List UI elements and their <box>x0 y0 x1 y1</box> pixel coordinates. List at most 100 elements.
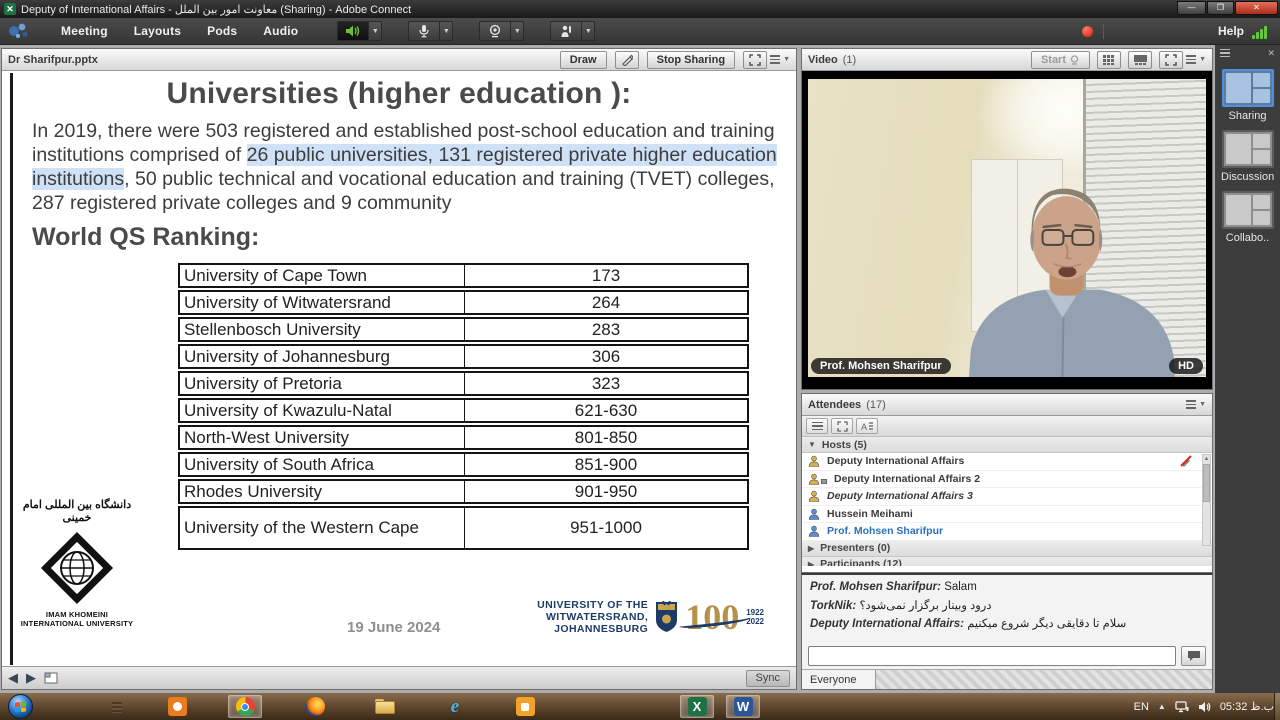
window-title: Deputy of International Affairs - معاونت… <box>21 3 411 16</box>
sharing-overlay-icon <box>821 479 827 484</box>
start-button[interactable] <box>8 694 33 719</box>
video-fullscreen-button[interactable] <box>1159 51 1183 69</box>
rank-cell: 306 <box>465 344 749 369</box>
layout-item-discussion[interactable]: Discussion <box>1221 130 1274 183</box>
app-icon: ✕ <box>4 3 16 15</box>
show-sidebar-button[interactable] <box>44 672 58 684</box>
qs-table-row: North-West University801-850 <box>178 425 749 450</box>
layouts-close-icon[interactable]: ✕ <box>1267 48 1275 59</box>
filmstrip-view-button[interactable] <box>1128 51 1152 69</box>
university-cell: University of the Western Cape <box>178 506 465 550</box>
menu-pods[interactable]: Pods <box>194 24 250 38</box>
chat-tab-everyone[interactable]: Everyone <box>802 670 876 689</box>
clock[interactable]: 05:32 ب.ظ <box>1220 700 1274 713</box>
raise-hand-button[interactable] <box>550 21 582 41</box>
attendee-status-view-button[interactable]: A <box>856 418 878 434</box>
slide-title: Universities (higher education ): <box>2 77 796 111</box>
menu-meeting[interactable]: Meeting <box>48 24 121 38</box>
chrome-icon[interactable] <box>228 695 262 718</box>
pod-options-icon[interactable] <box>770 53 780 66</box>
draw-button[interactable]: Draw <box>560 51 607 69</box>
hidden-icons-arrow[interactable]: ▲ <box>1158 702 1166 711</box>
share-pod-header: Dr Sharifpur.pptx Draw Stop Sharing ▼ <box>2 49 796 71</box>
attendees-count: (17) <box>866 399 886 411</box>
start-webcam-button[interactable]: Start <box>1031 51 1090 69</box>
webcam-button[interactable] <box>479 21 511 41</box>
chat-send-button[interactable] <box>1181 646 1206 666</box>
attendee-list-view-button[interactable] <box>806 418 828 434</box>
layout-thumbnail <box>1222 130 1274 168</box>
chat-message: Deputy International Affairs: سلام تا دق… <box>810 617 1204 631</box>
webcam-small-icon <box>1069 55 1080 65</box>
show-desktop-button[interactable] <box>1274 693 1280 720</box>
wits-line1: UNIVERSITY OF THE <box>537 599 648 611</box>
attendee-row[interactable]: Deputy International Affairs 3 <box>802 488 1212 506</box>
attendee-name: Prof. Mohsen Sharifpur <box>827 525 943 537</box>
attendee-row[interactable]: Deputy International Affairs 2 <box>802 471 1212 489</box>
rank-cell: 264 <box>465 290 749 315</box>
grid-view-icon <box>1103 55 1115 65</box>
microphone-button[interactable] <box>408 21 440 41</box>
university-cell: University of Kwazulu-Natal <box>178 398 465 423</box>
speaker-button[interactable] <box>337 21 369 41</box>
video-pod-options-icon[interactable] <box>1186 53 1196 66</box>
grid-view-button[interactable] <box>1097 51 1121 69</box>
window-titlebar[interactable]: ✕ Deputy of International Affairs - معاو… <box>0 0 1280 18</box>
connection-status-icon[interactable] <box>1252 24 1267 39</box>
minimize-button[interactable]: — <box>1177 1 1206 15</box>
connect-logo-icon <box>4 20 38 42</box>
wits-centenary-number: 100 <box>685 599 739 635</box>
attendee-row[interactable]: Prof. Mohsen Sharifpur <box>802 523 1212 541</box>
filmstrip-icon <box>1134 55 1147 65</box>
layout-item-sharing[interactable]: Sharing <box>1221 69 1274 122</box>
attendee-row[interactable]: Deputy International Affairs <box>802 453 1212 471</box>
attendees-pod-options-icon[interactable] <box>1186 398 1196 411</box>
layouts-options-icon[interactable] <box>1220 47 1230 60</box>
language-indicator[interactable]: EN <box>1134 701 1149 713</box>
video-feed[interactable]: Prof. Mohsen Sharifpur HD <box>802 71 1212 389</box>
next-slide-button[interactable]: ▶ <box>26 670 36 686</box>
excel-icon[interactable]: X <box>680 695 714 718</box>
stop-sharing-button[interactable]: Stop Sharing <box>647 51 735 69</box>
attendee-group-hosts[interactable]: ▼Hosts (5) <box>802 437 1212 453</box>
speaker-dropdown[interactable]: ▼ <box>369 21 382 41</box>
taskbar-grip-icon <box>112 700 122 713</box>
previous-slide-button[interactable]: ◀ <box>8 670 18 686</box>
menu-audio[interactable]: Audio <box>250 24 311 38</box>
menu-help[interactable]: Help <box>1218 18 1244 45</box>
file-explorer-icon[interactable] <box>368 695 402 718</box>
pointer-tool-button[interactable] <box>615 51 639 69</box>
chat-input[interactable] <box>808 646 1176 666</box>
sync-button[interactable]: Sync <box>746 670 790 687</box>
media-player-icon[interactable] <box>160 695 194 718</box>
close-button[interactable]: ✕ <box>1235 1 1278 15</box>
network-icon[interactable] <box>1175 701 1189 713</box>
ikiu-name-line2: INTERNATIONAL UNIVERSITY <box>16 619 138 628</box>
internet-explorer-icon[interactable]: e <box>438 695 472 718</box>
microphone-dropdown[interactable]: ▼ <box>440 21 453 41</box>
attendees-scrollbar[interactable]: ▲ <box>1202 454 1211 546</box>
attendee-group-participants[interactable]: ▶Participants (12) <box>802 557 1212 566</box>
webcam-dropdown[interactable]: ▼ <box>511 21 524 41</box>
university-cell: University of Pretoria <box>178 371 465 396</box>
word-icon[interactable]: W <box>726 695 760 718</box>
attendee-name: Deputy International Affairs <box>827 455 964 467</box>
attendee-group-presenters[interactable]: ▶Presenters (0) <box>802 541 1212 557</box>
volume-icon[interactable] <box>1198 701 1211 713</box>
layout-item-collabo[interactable]: Collabo.. <box>1221 191 1274 244</box>
rank-cell: 173 <box>465 263 749 288</box>
slide-canvas[interactable]: Universities (higher education ): In 201… <box>2 71 796 666</box>
pdf-app-icon[interactable] <box>508 695 542 718</box>
fullscreen-button[interactable] <box>743 51 767 69</box>
attendee-row[interactable]: Hussein Meihami <box>802 506 1212 524</box>
raise-hand-dropdown[interactable]: ▼ <box>582 21 595 41</box>
menu-layouts[interactable]: Layouts <box>121 24 194 38</box>
attendee-name: Hussein Meihami <box>827 508 913 520</box>
maximize-button[interactable]: ❐ <box>1207 1 1234 15</box>
attendees-toolbar: A <box>802 416 1212 437</box>
rank-cell: 323 <box>465 371 749 396</box>
breakout-view-button[interactable] <box>831 418 853 434</box>
firefox-icon[interactable] <box>298 695 332 718</box>
breakout-icon <box>837 421 848 432</box>
attendee-person-icon <box>808 490 820 502</box>
